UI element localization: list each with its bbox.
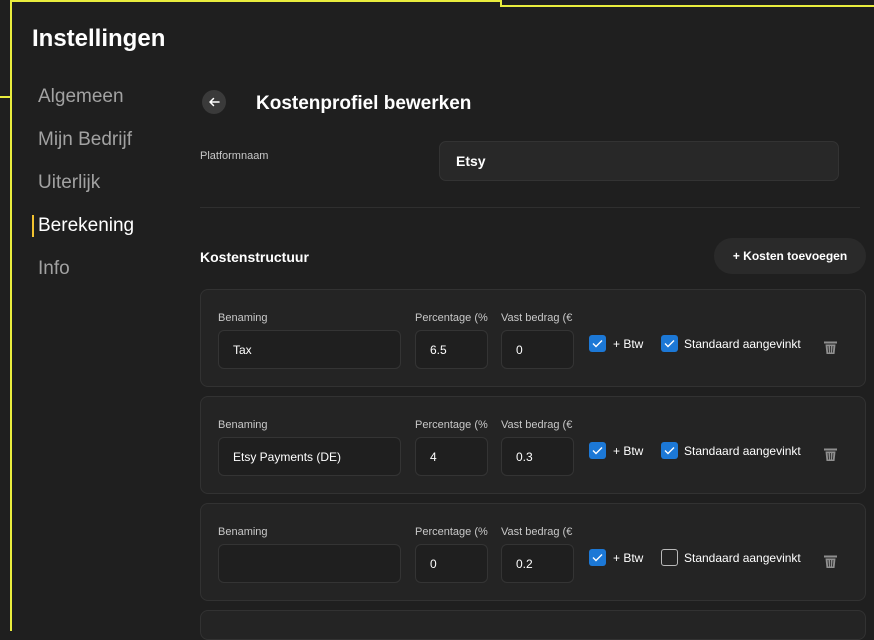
section-divider	[200, 207, 860, 208]
btw-label: + Btw	[613, 337, 644, 351]
default-checked-checkbox[interactable]	[661, 442, 678, 459]
sidebar-item-algemeen[interactable]: Algemeen	[30, 86, 134, 129]
percentage-label: Percentage (%	[415, 526, 488, 538]
arrow-left-icon	[209, 97, 220, 107]
btw-label: + Btw	[613, 551, 644, 565]
name-input[interactable]	[218, 330, 401, 369]
fixed-amount-label: Vast bedrag (€	[501, 526, 573, 538]
frame-line-top-right	[500, 5, 874, 7]
default-checked-label: Standaard aangevinkt	[684, 444, 801, 458]
fixed-amount-label: Vast bedrag (€	[501, 312, 573, 324]
percentage-input[interactable]	[415, 437, 488, 476]
page-title: Kostenprofiel bewerken	[256, 93, 472, 114]
name-label: Benaming	[218, 312, 268, 324]
name-label: Benaming	[218, 419, 268, 431]
trash-icon[interactable]	[823, 447, 838, 462]
checkmark-icon	[592, 447, 603, 455]
cost-structure-title: Kostenstructuur	[200, 249, 309, 265]
frame-line-tick	[0, 96, 12, 98]
frame-line-left	[10, 0, 12, 631]
name-label: Benaming	[218, 526, 268, 538]
percentage-input[interactable]	[415, 330, 488, 369]
percentage-label: Percentage (%	[415, 419, 488, 431]
cost-row: Benaming Percentage (% Vast bedrag (€ + …	[200, 503, 866, 601]
checkmark-icon	[664, 447, 675, 455]
btw-checkbox[interactable]	[589, 442, 606, 459]
sidebar: Algemeen Mijn Bedrijf Uiterlijk Berekeni…	[30, 86, 134, 301]
checkmark-icon	[592, 554, 603, 562]
sidebar-item-info[interactable]: Info	[30, 258, 134, 301]
btw-label: + Btw	[613, 444, 644, 458]
fixed-amount-input[interactable]	[501, 437, 574, 476]
fixed-amount-input[interactable]	[501, 330, 574, 369]
btw-checkbox[interactable]	[589, 549, 606, 566]
default-checked-label: Standaard aangevinkt	[684, 551, 801, 565]
fixed-amount-input[interactable]	[501, 544, 574, 583]
default-checked-checkbox[interactable]	[661, 549, 678, 566]
back-button[interactable]	[202, 90, 226, 114]
platform-name-label: Platformnaam	[200, 150, 269, 162]
percentage-input[interactable]	[415, 544, 488, 583]
default-checked-checkbox[interactable]	[661, 335, 678, 352]
cost-row: Benaming Percentage (% Vast bedrag (€ + …	[200, 289, 866, 387]
default-checked-label: Standaard aangevinkt	[684, 337, 801, 351]
cost-row	[200, 610, 866, 640]
name-input[interactable]	[218, 544, 401, 583]
frame-line-top-left	[10, 0, 500, 2]
cost-row: Benaming Percentage (% Vast bedrag (€ + …	[200, 396, 866, 494]
checkmark-icon	[592, 340, 603, 348]
trash-icon[interactable]	[823, 554, 838, 569]
sidebar-item-berekening[interactable]: Berekening	[30, 215, 134, 258]
name-input[interactable]	[218, 437, 401, 476]
btw-checkbox[interactable]	[589, 335, 606, 352]
trash-icon[interactable]	[823, 340, 838, 355]
percentage-label: Percentage (%	[415, 312, 488, 324]
app-title: Instellingen	[32, 25, 166, 52]
fixed-amount-label: Vast bedrag (€	[501, 419, 573, 431]
sidebar-item-mijn-bedrijf[interactable]: Mijn Bedrijf	[30, 129, 134, 172]
checkmark-icon	[664, 340, 675, 348]
sidebar-item-uiterlijk[interactable]: Uiterlijk	[30, 172, 134, 215]
add-cost-button[interactable]: + Kosten toevoegen	[714, 238, 866, 274]
platform-name-input[interactable]	[439, 141, 839, 181]
